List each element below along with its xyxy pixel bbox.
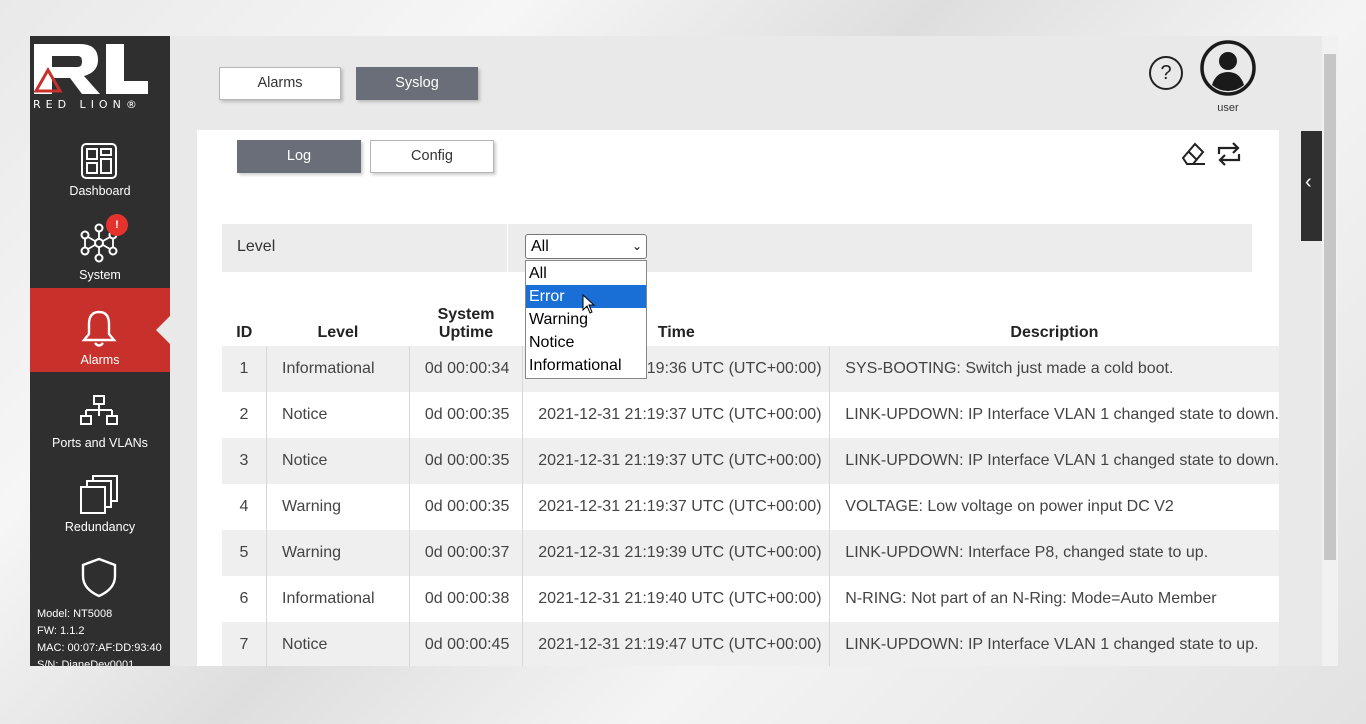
user-avatar-icon[interactable] xyxy=(1199,39,1257,97)
ports-icon xyxy=(80,395,118,425)
cell-uptime: 0d 00:00:37 xyxy=(409,530,524,576)
column-header-uptime[interactable]: System Uptime xyxy=(409,290,522,346)
column-header-level[interactable]: Level xyxy=(267,290,410,346)
redundancy-icon xyxy=(80,475,118,514)
cell-level: Warning xyxy=(266,484,410,530)
column-header-description[interactable]: Description xyxy=(830,290,1279,346)
cell-description: N-RING: Not part of an N-Ring: Mode=Auto… xyxy=(829,576,1279,622)
logo-wordmark: RED LION® xyxy=(33,98,142,111)
level-select[interactable]: All ⌄ xyxy=(525,234,647,259)
sidebar-item-label: System xyxy=(79,268,121,282)
bell-icon xyxy=(81,310,117,347)
cell-level: Informational xyxy=(266,346,410,392)
sidebar-item-security[interactable] xyxy=(30,554,170,600)
cell-id: 4 xyxy=(222,484,268,530)
table-row[interactable]: 1 Informational 0d 00:00:34 2021-12-31 21:1… xyxy=(222,346,1279,392)
cell-time: 2021-12-31 21:19:37 UTC (UTC+00:00) xyxy=(522,392,831,438)
level-filter-row: Level All ⌄ All Error Warning Notice Inf… xyxy=(222,224,1252,379)
level-option-notice[interactable]: Notice xyxy=(526,331,646,354)
device-firmware: FW: 1.1.2 xyxy=(37,625,85,637)
browser-window: RED LION® Dashboard ! System Alarms Port… xyxy=(30,36,1338,666)
active-indicator xyxy=(156,316,170,344)
device-serial: S/N: DianeDev0001 xyxy=(37,659,135,666)
cell-id: 5 xyxy=(222,530,268,576)
level-filter-label: Level xyxy=(237,238,276,255)
cell-level: Warning xyxy=(266,530,410,576)
level-select-value: All xyxy=(531,238,549,255)
cell-id: 2 xyxy=(222,392,268,438)
sidebar-item-redundancy[interactable]: Redundancy xyxy=(30,470,170,554)
cell-description: SYS-BOOTING: Switch just made a cold boo… xyxy=(829,346,1279,392)
device-info: Model: NT5008 FW: 1.1.2 MAC: 00:07:AF:DD… xyxy=(37,606,162,666)
tab-log[interactable]: Log xyxy=(237,140,361,173)
cell-description: LINK-UPDOWN: IP Interface VLAN 1 changed… xyxy=(829,438,1279,484)
user-label: user xyxy=(1217,102,1239,114)
cell-description: LINK-UPDOWN: IP Interface VLAN 1 changed… xyxy=(829,392,1279,438)
divider xyxy=(507,224,508,272)
mouse-cursor-icon xyxy=(582,294,596,314)
cell-uptime: 0d 00:00:45 xyxy=(409,622,524,666)
cell-time: 2021-12-31 21:19:47 UTC (UTC+00:00) xyxy=(522,622,831,666)
level-option-informational[interactable]: Informational xyxy=(526,354,646,377)
cell-time: 2021-12-31 21:19:40 UTC (UTC+00:00) xyxy=(522,576,831,622)
cell-description: VOLTAGE: Low voltage on power input DC V… xyxy=(829,484,1279,530)
syslog-panel: Log Config Level All ⌄ All Error Warning… xyxy=(197,130,1279,666)
uptime-header-line-2: Uptime xyxy=(438,324,494,341)
level-option-all[interactable]: All xyxy=(526,262,646,285)
sidebar-item-label: Dashboard xyxy=(69,184,131,198)
cell-level: Notice xyxy=(266,438,410,484)
table-row[interactable]: 2 Notice 0d 00:00:35 2021-12-31 21:19:37 UT… xyxy=(222,392,1279,438)
cell-description: LINK-UPDOWN: Interface P8, changed state… xyxy=(829,530,1279,576)
sidebar-item-dashboard[interactable]: Dashboard xyxy=(30,134,170,218)
help-icon[interactable]: ? xyxy=(1149,56,1183,90)
cell-uptime: 0d 00:00:35 xyxy=(409,484,524,530)
tab-config[interactable]: Config xyxy=(370,140,494,173)
table-row[interactable]: 7 Notice 0d 00:00:45 2021-12-31 21:19:47 UT… xyxy=(222,622,1279,666)
cell-uptime: 0d 00:00:35 xyxy=(409,438,524,484)
table-row[interactable]: 5 Warning 0d 00:00:37 2021-12-31 21:19:39 U… xyxy=(222,530,1279,576)
cell-id: 6 xyxy=(222,576,268,622)
cell-uptime: 0d 00:00:34 xyxy=(409,346,524,392)
device-model: Model: NT5008 xyxy=(37,608,113,620)
column-header-id[interactable]: ID xyxy=(222,290,267,346)
eraser-icon[interactable] xyxy=(1179,140,1207,168)
level-dropdown: All Error Warning Notice Informational xyxy=(525,260,647,379)
syslog-table: ID Level System Uptime Time Description 1… xyxy=(222,290,1279,666)
sidebar-item-label: Redundancy xyxy=(64,520,136,534)
cell-time: 2021-12-31 21:19:37 UTC (UTC+00:00) xyxy=(522,484,831,530)
sidebar-item-label: Ports and VLANs xyxy=(52,436,148,450)
chevron-down-icon: ⌄ xyxy=(631,239,642,253)
table-row[interactable]: 3 Notice 0d 00:00:35 2021-12-31 21:19:37 UT… xyxy=(222,438,1279,484)
tab-syslog[interactable]: Syslog xyxy=(356,67,478,100)
sidebar: RED LION® Dashboard ! System Alarms Port… xyxy=(30,36,170,666)
dashboard-icon xyxy=(81,143,117,179)
cell-id: 3 xyxy=(222,438,268,484)
cell-level: Notice xyxy=(266,392,410,438)
cell-time: 2021-12-31 21:19:37 UTC (UTC+00:00) xyxy=(522,438,831,484)
cell-uptime: 0d 00:00:35 xyxy=(409,392,524,438)
sidebar-item-alarms[interactable]: Alarms xyxy=(30,288,170,372)
cell-uptime: 0d 00:00:38 xyxy=(409,576,524,622)
refresh-icon[interactable] xyxy=(1215,140,1243,168)
chevron-left-icon: ‹ xyxy=(1305,171,1312,193)
collapse-panel-button[interactable]: ‹ xyxy=(1301,131,1322,241)
sidebar-item-label: Alarms xyxy=(80,353,120,367)
main-content: Alarms Syslog ? user Log Config Level Al… xyxy=(170,36,1322,666)
window-scrollbar-thumb[interactable] xyxy=(1324,54,1336,560)
sidebar-item-ports-vlans[interactable]: Ports and VLANs xyxy=(30,386,170,470)
table-row[interactable]: 4 Warning 0d 00:00:35 2021-12-31 21:19:37 U… xyxy=(222,484,1279,530)
table-row[interactable]: 6 Informational 0d 00:00:38 2021-12-31 21:1… xyxy=(222,576,1279,622)
cell-description: LINK-UPDOWN: IP Interface VLAN 1 changed… xyxy=(829,622,1279,666)
uptime-header-line-1: System xyxy=(437,306,495,323)
cell-id: 7 xyxy=(222,622,268,666)
device-mac: MAC: 00:07:AF:DD:93:40 xyxy=(37,642,162,654)
shield-icon xyxy=(81,557,117,598)
cell-level: Notice xyxy=(266,622,410,666)
cell-time: 2021-12-31 21:19:39 UTC (UTC+00:00) xyxy=(522,530,831,576)
tab-alarms[interactable]: Alarms xyxy=(219,67,341,100)
cell-id: 1 xyxy=(222,346,268,392)
alert-badge: ! xyxy=(106,214,128,236)
cell-level: Informational xyxy=(266,576,410,622)
